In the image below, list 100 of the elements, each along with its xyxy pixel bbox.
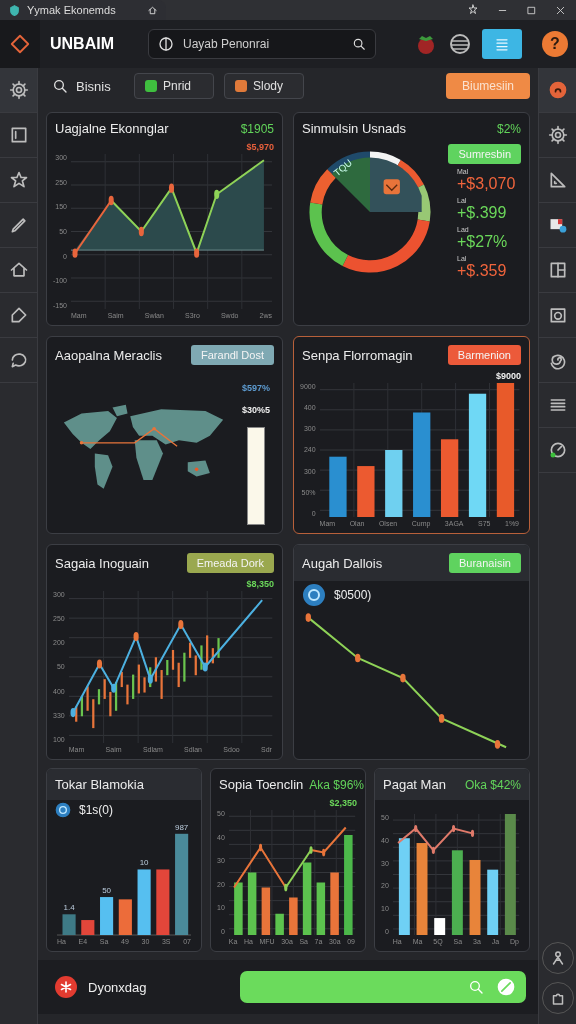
candle [194, 655, 197, 676]
search-field[interactable]: Uayab Penonrai [148, 29, 376, 59]
help-button[interactable]: ? [542, 31, 568, 57]
card-title: Sagaia Inoguain [55, 555, 149, 571]
card-value: $2% [496, 121, 521, 136]
bar [384, 450, 402, 517]
filter-chip[interactable]: Pnrid [134, 73, 214, 99]
data-point [413, 824, 418, 833]
candle [177, 662, 180, 688]
bar [356, 466, 375, 517]
data-point [451, 824, 455, 833]
maximize-icon[interactable] [526, 4, 537, 16]
card-value: $1905 [240, 121, 274, 136]
data-point [309, 846, 313, 854]
data-point [321, 848, 326, 857]
candle [91, 699, 95, 729]
bar [275, 913, 284, 935]
star-icon[interactable] [8, 170, 29, 190]
bar [328, 456, 347, 517]
data-point [70, 708, 76, 718]
card-button[interactable]: Barmenion [447, 345, 521, 365]
card-title: Pagat Man [383, 777, 446, 792]
candle [108, 691, 112, 717]
data-point [438, 714, 445, 723]
data-point [110, 683, 116, 693]
card-button[interactable]: Emeada Dork [186, 553, 274, 573]
data-point [202, 662, 208, 672]
data-point [108, 195, 114, 206]
home-icon[interactable] [8, 260, 29, 280]
card-button[interactable]: Sumresbin [448, 144, 521, 164]
candle [165, 660, 169, 676]
candle [143, 677, 146, 693]
data-point [431, 846, 435, 854]
data-point [72, 248, 78, 258]
coin-icon [55, 802, 71, 818]
data-point [133, 632, 139, 642]
coin-icon [302, 583, 326, 607]
chart-annotation: $30%5 [242, 405, 270, 415]
candle [80, 696, 83, 717]
badge-icon[interactable] [547, 80, 568, 100]
candle [160, 670, 163, 699]
pin-icon[interactable] [467, 4, 479, 16]
data-point [284, 883, 288, 892]
candle [86, 686, 89, 711]
bar-label: 987 [174, 822, 189, 832]
card-value: Oka $42% [464, 777, 521, 792]
close-icon[interactable] [555, 4, 566, 16]
search-icon[interactable] [352, 37, 366, 51]
bar [233, 882, 243, 935]
card-title: Aaopalna Meraclis [55, 347, 162, 363]
home-icon[interactable] [147, 4, 158, 16]
data-point [214, 189, 220, 199]
candle [188, 642, 191, 658]
candle [182, 652, 186, 682]
stat-value: +$27% [457, 233, 508, 251]
search-icon[interactable] [52, 78, 68, 94]
footer-label: Dyonxdag [88, 979, 147, 995]
chart-annotation: $2,350 [329, 798, 357, 808]
bar [81, 920, 95, 935]
card-button[interactable]: Buranaisin [449, 553, 521, 573]
filter-chip[interactable]: Slody [224, 73, 304, 99]
bar [434, 918, 445, 935]
candle [200, 645, 203, 670]
bar [100, 897, 114, 935]
card-title: Sinmulsin Usnads [302, 121, 407, 136]
chart-annotation: $8,350 [246, 579, 274, 589]
candle [137, 664, 140, 694]
pie-slice [331, 157, 370, 212]
data-point [169, 183, 174, 193]
stat-value: +$.399 [457, 204, 507, 222]
candle [131, 674, 134, 699]
card-value: Aka $96% [309, 777, 365, 792]
bar [137, 869, 151, 935]
card-button[interactable]: Farandl Dost [191, 345, 274, 365]
bar [487, 869, 498, 935]
bar-label: 10 [139, 858, 149, 868]
bar [156, 869, 170, 935]
candle [126, 684, 129, 705]
stat-value: +$3,070 [457, 175, 516, 193]
bar [330, 872, 339, 935]
action-button[interactable]: Biumesiin [445, 73, 530, 99]
settings-icon[interactable] [547, 125, 568, 145]
card-title: Tokar Blamokia [55, 777, 144, 792]
chart-annotation: $597% [242, 383, 270, 393]
candle [205, 635, 208, 665]
window-title: Yymak Ekonemds [27, 4, 117, 16]
candle [97, 689, 100, 705]
chart-annotation: $5,970 [246, 142, 274, 152]
card-title: Uagjalne Ekonnglar [55, 121, 169, 136]
data-point [258, 843, 262, 852]
segment-label: TQU [331, 156, 355, 179]
striped-globe-icon[interactable] [448, 32, 472, 56]
card-title: Augah Dallois [302, 555, 383, 571]
stat-value: +$.359 [457, 262, 507, 280]
candle [217, 638, 220, 658]
data-point [494, 740, 501, 749]
data-point [470, 829, 474, 837]
settings-icon[interactable] [8, 80, 29, 100]
bar [118, 899, 132, 935]
app-icon [8, 3, 21, 17]
